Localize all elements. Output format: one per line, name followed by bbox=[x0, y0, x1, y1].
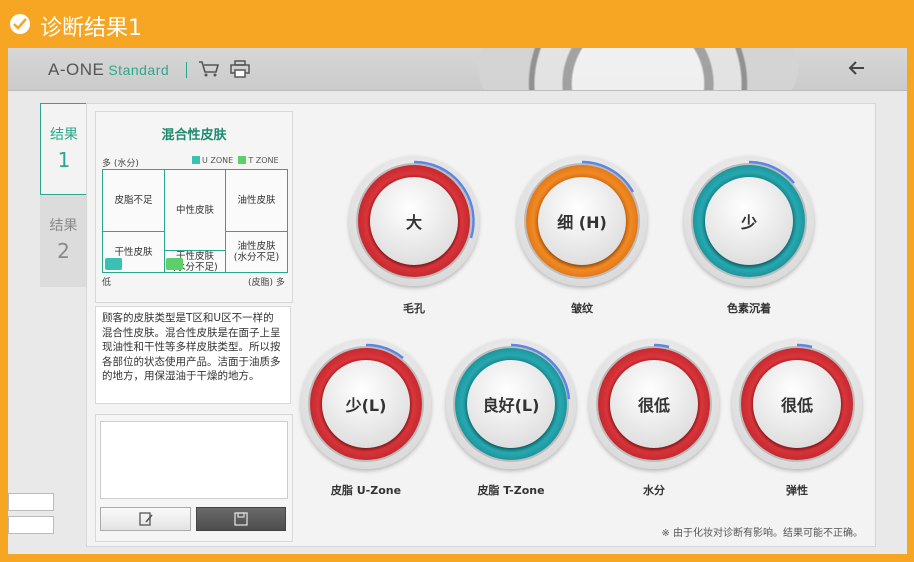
top-toolbar: A-ONE Standard bbox=[8, 48, 907, 91]
tab-result-2[interactable]: 结果 2 bbox=[40, 195, 87, 287]
gauge-value: 良好(L) bbox=[467, 360, 555, 448]
gauge-pigmentation: 少 bbox=[684, 156, 814, 286]
window-title: 诊断结果1 bbox=[40, 16, 142, 41]
gauge-elasticity: 很低 bbox=[732, 339, 862, 469]
cell-neutral: 中性皮肤 bbox=[175, 204, 214, 216]
tab-result-1[interactable]: 结果 1 bbox=[40, 103, 87, 195]
gauge-moisture: 很低 bbox=[589, 339, 719, 469]
gauge-sebum-t-zone: 良好(L) bbox=[446, 339, 576, 469]
gauge-label: 弹性 bbox=[786, 484, 808, 497]
result-panel: 混合性皮肤 多 (水分) U ZONE T ZONE 皮脂不足 中性皮肤 油性皮… bbox=[86, 103, 876, 547]
u-zone-marker bbox=[105, 258, 122, 270]
tab-number: 2 bbox=[57, 239, 70, 263]
x-axis-high: (皮脂) 多 bbox=[248, 278, 285, 288]
print-icon[interactable] bbox=[230, 60, 250, 82]
edit-button[interactable] bbox=[100, 507, 191, 531]
gauge-value: 很低 bbox=[753, 360, 841, 448]
logo-main: A-ONE bbox=[48, 60, 105, 79]
tab-label: 结果 bbox=[50, 127, 78, 143]
y-axis-label: 多 (水分) bbox=[102, 159, 139, 169]
app-logo: A-ONE Standard bbox=[48, 60, 169, 80]
gauge-sebum-u-zone: 少(L) bbox=[301, 339, 431, 469]
memo-field[interactable] bbox=[100, 421, 288, 499]
gauge-value: 少(L) bbox=[322, 360, 410, 448]
zone-legend: U ZONE T ZONE bbox=[192, 156, 279, 165]
side-input-1[interactable] bbox=[8, 493, 54, 511]
footer-note: ※ 由于化妆对诊断有影响。结果可能不正确。 bbox=[661, 528, 863, 539]
gauge-value: 大 bbox=[370, 177, 458, 265]
t-zone-swatch bbox=[238, 156, 247, 164]
title-bar: 诊断结果1 bbox=[0, 0, 914, 48]
gauge-value: 很低 bbox=[610, 360, 698, 448]
logo-sub: Standard bbox=[108, 62, 170, 78]
tab-number: 1 bbox=[57, 148, 71, 172]
app-window: A-ONE Standard 结果 1 结果 2 混合性皮肤 多 (水分) U Z… bbox=[8, 48, 907, 554]
toolbar-divider bbox=[186, 62, 187, 78]
legend-t-zone: T ZONE bbox=[248, 156, 279, 165]
save-button[interactable] bbox=[196, 507, 286, 531]
u-zone-swatch bbox=[192, 156, 200, 164]
save-icon bbox=[234, 512, 248, 526]
cart-icon[interactable] bbox=[198, 60, 220, 82]
gauge-value: 细 (H) bbox=[538, 177, 626, 265]
skin-type-title: 混合性皮肤 bbox=[161, 128, 227, 143]
back-arrow-icon[interactable] bbox=[848, 60, 866, 80]
edit-icon bbox=[138, 512, 153, 526]
legend-u-zone: U ZONE bbox=[202, 156, 234, 165]
gauge-pores: 大 bbox=[349, 156, 479, 286]
memo-section bbox=[95, 414, 293, 542]
side-input-2[interactable] bbox=[8, 516, 54, 534]
skin-description: 顾客的皮肤类型是T区和U区不一样的混合性皮肤。混合性皮肤是在面子上呈现油性和干性… bbox=[95, 306, 291, 404]
tab-label: 结果 bbox=[49, 218, 78, 234]
cell-oily: 油性皮肤 bbox=[237, 195, 276, 206]
gauge-label: 皮脂 T-Zone bbox=[477, 484, 545, 497]
gauge-label: 水分 bbox=[643, 484, 665, 497]
gauge-label: 皱纹 bbox=[571, 302, 593, 315]
x-axis-low: 低 bbox=[102, 278, 112, 288]
t-zone-marker bbox=[166, 258, 183, 270]
check-circle-icon bbox=[10, 14, 30, 34]
gauge-label: 毛孔 bbox=[403, 302, 425, 315]
gauge-value: 少 bbox=[705, 177, 793, 265]
gauge-wrinkles: 细 (H) bbox=[517, 156, 647, 286]
gauge-label: 皮脂 U-Zone bbox=[330, 484, 402, 497]
device-graphic bbox=[478, 48, 798, 90]
result-tabs: 结果 1 结果 2 bbox=[40, 103, 87, 287]
cell-oily-water: 油性皮肤 (水分不足) bbox=[233, 241, 280, 263]
skin-type-chart: 混合性皮肤 多 (水分) U ZONE T ZONE 皮脂不足 中性皮肤 油性皮… bbox=[95, 111, 293, 303]
cell-sebum-deficient: 皮脂不足 bbox=[114, 195, 153, 206]
gauge-label: 色素沉着 bbox=[727, 302, 771, 315]
skin-type-grid: 皮脂不足 中性皮肤 油性皮肤 干性皮肤 干性皮肤 (水分不足) 油性皮肤 (水分… bbox=[102, 169, 288, 273]
